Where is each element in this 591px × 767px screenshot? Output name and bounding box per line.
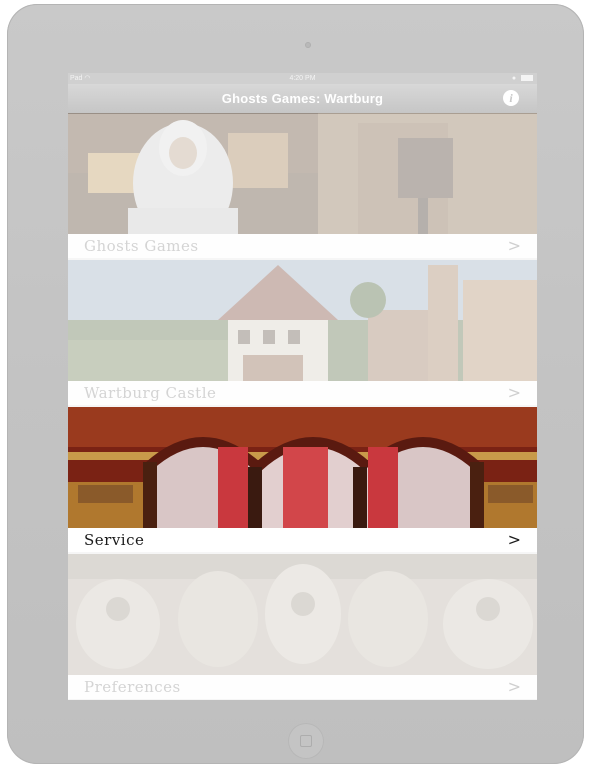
camera-dot (305, 42, 311, 48)
home-square-icon (300, 735, 312, 747)
menu-item-label: Preferences (84, 678, 181, 696)
menu-item-label: Wartburg Castle (84, 384, 217, 402)
chevron-right-icon: > (507, 383, 521, 402)
ghosts-games-image (68, 113, 537, 234)
menu-item-bar: Service > (68, 528, 537, 552)
menu-item-ghosts-games[interactable]: Ghosts Games > (68, 113, 537, 260)
menu-item-label: Service (84, 531, 145, 549)
home-button[interactable] (288, 723, 324, 759)
menu-item-wartburg-castle[interactable]: Wartburg Castle > (68, 260, 537, 407)
menu-item-label: Ghosts Games (84, 237, 199, 255)
status-bar: Pad ◠ 4:20 PM ● (68, 73, 537, 84)
wartburg-castle-image (68, 260, 537, 381)
preferences-image (68, 554, 537, 675)
status-right: ● (512, 73, 533, 84)
menu-item-service[interactable]: Service > (68, 407, 537, 554)
menu-item-bar: Wartburg Castle > (68, 381, 537, 405)
page-title: Ghosts Games: Wartburg (221, 91, 384, 106)
chevron-right-icon: > (507, 236, 521, 255)
app-screen: Pad ◠ 4:20 PM ● Ghosts Games: Wartburg i (68, 73, 537, 700)
menu-item-preferences[interactable]: Preferences > (68, 554, 537, 700)
status-time: 4:20 PM (289, 75, 316, 82)
menu-item-bar: Ghosts Games > (68, 234, 537, 258)
menu-item-bar: Preferences > (68, 675, 537, 699)
service-image (68, 407, 537, 528)
info-icon[interactable]: i (503, 90, 519, 106)
chevron-right-icon: > (507, 530, 521, 549)
navigation-bar: Ghosts Games: Wartburg i (68, 84, 537, 114)
chevron-right-icon: > (507, 677, 521, 696)
battery-icon (521, 75, 533, 82)
lock-rotation-icon: ● (511, 75, 517, 82)
